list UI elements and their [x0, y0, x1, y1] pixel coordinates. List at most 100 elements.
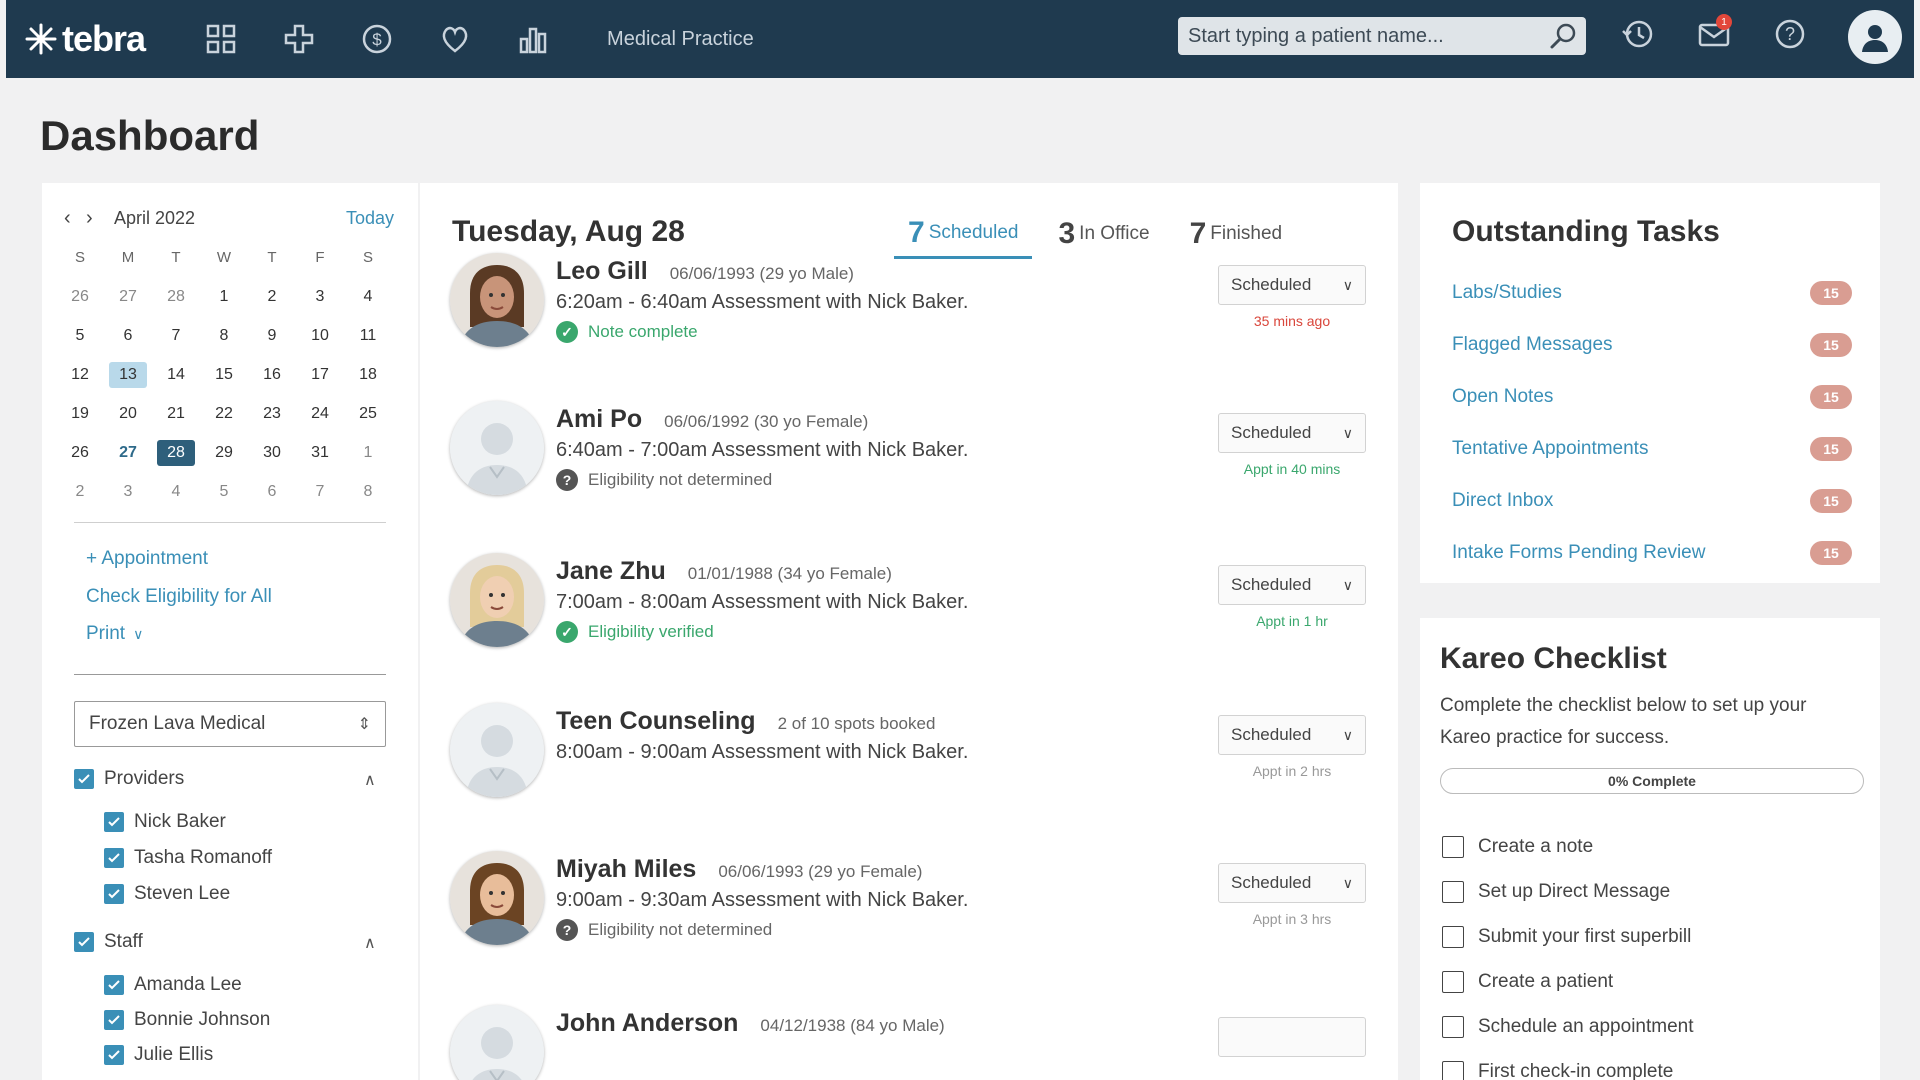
- patient-name[interactable]: Leo Gill: [556, 257, 648, 285]
- calendar-day[interactable]: 12: [56, 355, 104, 394]
- billing-dollar-icon[interactable]: $: [357, 19, 397, 59]
- patient-name[interactable]: Miyah Miles: [556, 855, 696, 883]
- appointment-row[interactable]: Miyah Miles 06/06/1993 (29 yo Female) 9:00…: [450, 851, 1380, 971]
- patient-avatar[interactable]: [450, 553, 544, 647]
- calendar-day[interactable]: 5: [56, 316, 104, 355]
- task-item[interactable]: Direct Inbox 15: [1452, 489, 1852, 513]
- checklist-item[interactable]: Create a note: [1442, 836, 1593, 858]
- patient-avatar[interactable]: [450, 401, 544, 495]
- help-question-icon[interactable]: ?: [1772, 14, 1808, 54]
- location-select[interactable]: Frozen Lava Medical ⇕: [74, 701, 386, 747]
- calendar-day[interactable]: 1: [200, 277, 248, 316]
- calendar-day[interactable]: 31: [296, 433, 344, 472]
- messages-envelope-icon[interactable]: 1: [1696, 14, 1732, 54]
- calendar-day[interactable]: 25: [344, 394, 392, 433]
- task-item[interactable]: Open Notes 15: [1452, 385, 1852, 409]
- appointment-row[interactable]: Leo Gill 06/06/1993 (29 yo Male) 6:20am - …: [450, 253, 1380, 373]
- calendar-day[interactable]: 7: [152, 316, 200, 355]
- calendar-day[interactable]: 22: [200, 394, 248, 433]
- checklist-item[interactable]: First check-in complete: [1442, 1061, 1673, 1080]
- clinical-plus-icon[interactable]: [279, 19, 319, 59]
- calendar-day[interactable]: 6: [104, 316, 152, 355]
- calendar-day[interactable]: 18: [344, 355, 392, 394]
- patient-avatar[interactable]: [450, 1005, 544, 1080]
- appointment-status-dropdown[interactable]: Scheduled ∨: [1218, 863, 1366, 903]
- prev-month-icon[interactable]: ‹: [64, 207, 86, 230]
- calendar-day[interactable]: 3: [104, 472, 152, 511]
- calendar-day[interactable]: 10: [296, 316, 344, 355]
- calendar-day[interactable]: 17: [296, 355, 344, 394]
- history-clock-icon[interactable]: [1620, 14, 1656, 54]
- provider-item[interactable]: Nick Baker: [104, 811, 226, 833]
- calendar-day[interactable]: 15: [200, 355, 248, 394]
- task-item[interactable]: Tentative Appointments 15: [1452, 437, 1852, 461]
- calendar-day[interactable]: 14: [152, 355, 200, 394]
- calendar-day[interactable]: 8: [200, 316, 248, 355]
- reports-bar-chart-icon[interactable]: [513, 19, 553, 59]
- item-checkbox[interactable]: [104, 975, 124, 995]
- task-item[interactable]: Intake Forms Pending Review 15: [1452, 541, 1852, 565]
- calendar-day[interactable]: 1: [344, 433, 392, 472]
- providers-group[interactable]: Providers: [74, 768, 184, 790]
- item-checkbox[interactable]: [104, 1010, 124, 1030]
- calendar-day[interactable]: 4: [344, 277, 392, 316]
- patient-search-input[interactable]: [1188, 24, 1548, 48]
- patient-avatar[interactable]: [450, 851, 544, 945]
- task-item[interactable]: Flagged Messages 15: [1452, 333, 1852, 357]
- patient-name-line[interactable]: Leo Gill 06/06/1993 (29 yo Male): [556, 257, 854, 286]
- calendar-day[interactable]: 27: [104, 277, 152, 316]
- appointment-status-dropdown[interactable]: Scheduled ∨: [1218, 565, 1366, 605]
- calendar-day[interactable]: 2: [56, 472, 104, 511]
- providers-checkbox[interactable]: [74, 769, 94, 789]
- appointment-status-dropdown[interactable]: Scheduled ∨: [1218, 715, 1366, 755]
- staff-item[interactable]: Amanda Lee: [104, 974, 242, 996]
- provider-item[interactable]: Tasha Romanoff: [104, 847, 272, 869]
- calendar-day[interactable]: 7: [296, 472, 344, 511]
- apps-grid-icon[interactable]: [201, 19, 241, 59]
- appointment-row[interactable]: Jane Zhu 01/01/1988 (34 yo Female) 7:00am …: [450, 553, 1380, 673]
- calendar-day[interactable]: 3: [296, 277, 344, 316]
- patient-name-line[interactable]: Teen Counseling 2 of 10 spots booked: [556, 707, 935, 736]
- patient-avatar[interactable]: [450, 703, 544, 797]
- patient-name-line[interactable]: John Anderson 04/12/1938 (84 yo Male): [556, 1009, 945, 1038]
- patient-search[interactable]: [1178, 17, 1586, 55]
- appointment-row[interactable]: Teen Counseling 2 of 10 spots booked 8:00a…: [450, 703, 1380, 823]
- calendar-day[interactable]: 4: [152, 472, 200, 511]
- calendar-day[interactable]: 11: [344, 316, 392, 355]
- today-link[interactable]: Today: [346, 208, 394, 229]
- calendar-day[interactable]: 2: [248, 277, 296, 316]
- calendar-day[interactable]: 6: [248, 472, 296, 511]
- calendar-day[interactable]: 13: [104, 355, 152, 394]
- tab-scheduled[interactable]: 7 Scheduled: [894, 209, 1033, 259]
- check-eligibility-link[interactable]: Check Eligibility for All: [86, 586, 272, 608]
- calendar-day[interactable]: 8: [344, 472, 392, 511]
- user-avatar[interactable]: [1848, 10, 1902, 64]
- staff-item[interactable]: Julie Ellis: [104, 1044, 213, 1066]
- calendar-day[interactable]: 20: [104, 394, 152, 433]
- calendar-day[interactable]: 26: [56, 433, 104, 472]
- item-checkbox[interactable]: [104, 1045, 124, 1065]
- staff-collapse-icon[interactable]: ∧: [364, 933, 376, 953]
- calendar-day[interactable]: 5: [200, 472, 248, 511]
- calendar-day[interactable]: 16: [248, 355, 296, 394]
- print-dropdown[interactable]: Print ∨: [86, 623, 143, 645]
- checklist-checkbox[interactable]: [1442, 971, 1464, 993]
- staff-checkbox[interactable]: [74, 932, 94, 952]
- checklist-checkbox[interactable]: [1442, 1061, 1464, 1080]
- tebra-logo[interactable]: tebra: [24, 18, 146, 60]
- calendar-day[interactable]: 23: [248, 394, 296, 433]
- appointment-status-dropdown[interactable]: Scheduled ∨: [1218, 265, 1366, 305]
- patient-name-line[interactable]: Ami Po 06/06/1992 (30 yo Female): [556, 405, 868, 434]
- checklist-checkbox[interactable]: [1442, 881, 1464, 903]
- patient-name[interactable]: Ami Po: [556, 405, 642, 433]
- item-checkbox[interactable]: [104, 884, 124, 904]
- search-icon[interactable]: [1548, 21, 1578, 51]
- calendar-day[interactable]: 29: [200, 433, 248, 472]
- appointment-row[interactable]: John Anderson 04/12/1938 (84 yo Male): [450, 1005, 1380, 1080]
- calendar-day[interactable]: 28: [152, 433, 200, 472]
- calendar-day[interactable]: 24: [296, 394, 344, 433]
- checklist-item[interactable]: Submit your first superbill: [1442, 926, 1691, 948]
- patient-avatar[interactable]: [450, 253, 544, 347]
- checklist-item[interactable]: Schedule an appointment: [1442, 1016, 1694, 1038]
- calendar-day[interactable]: 21: [152, 394, 200, 433]
